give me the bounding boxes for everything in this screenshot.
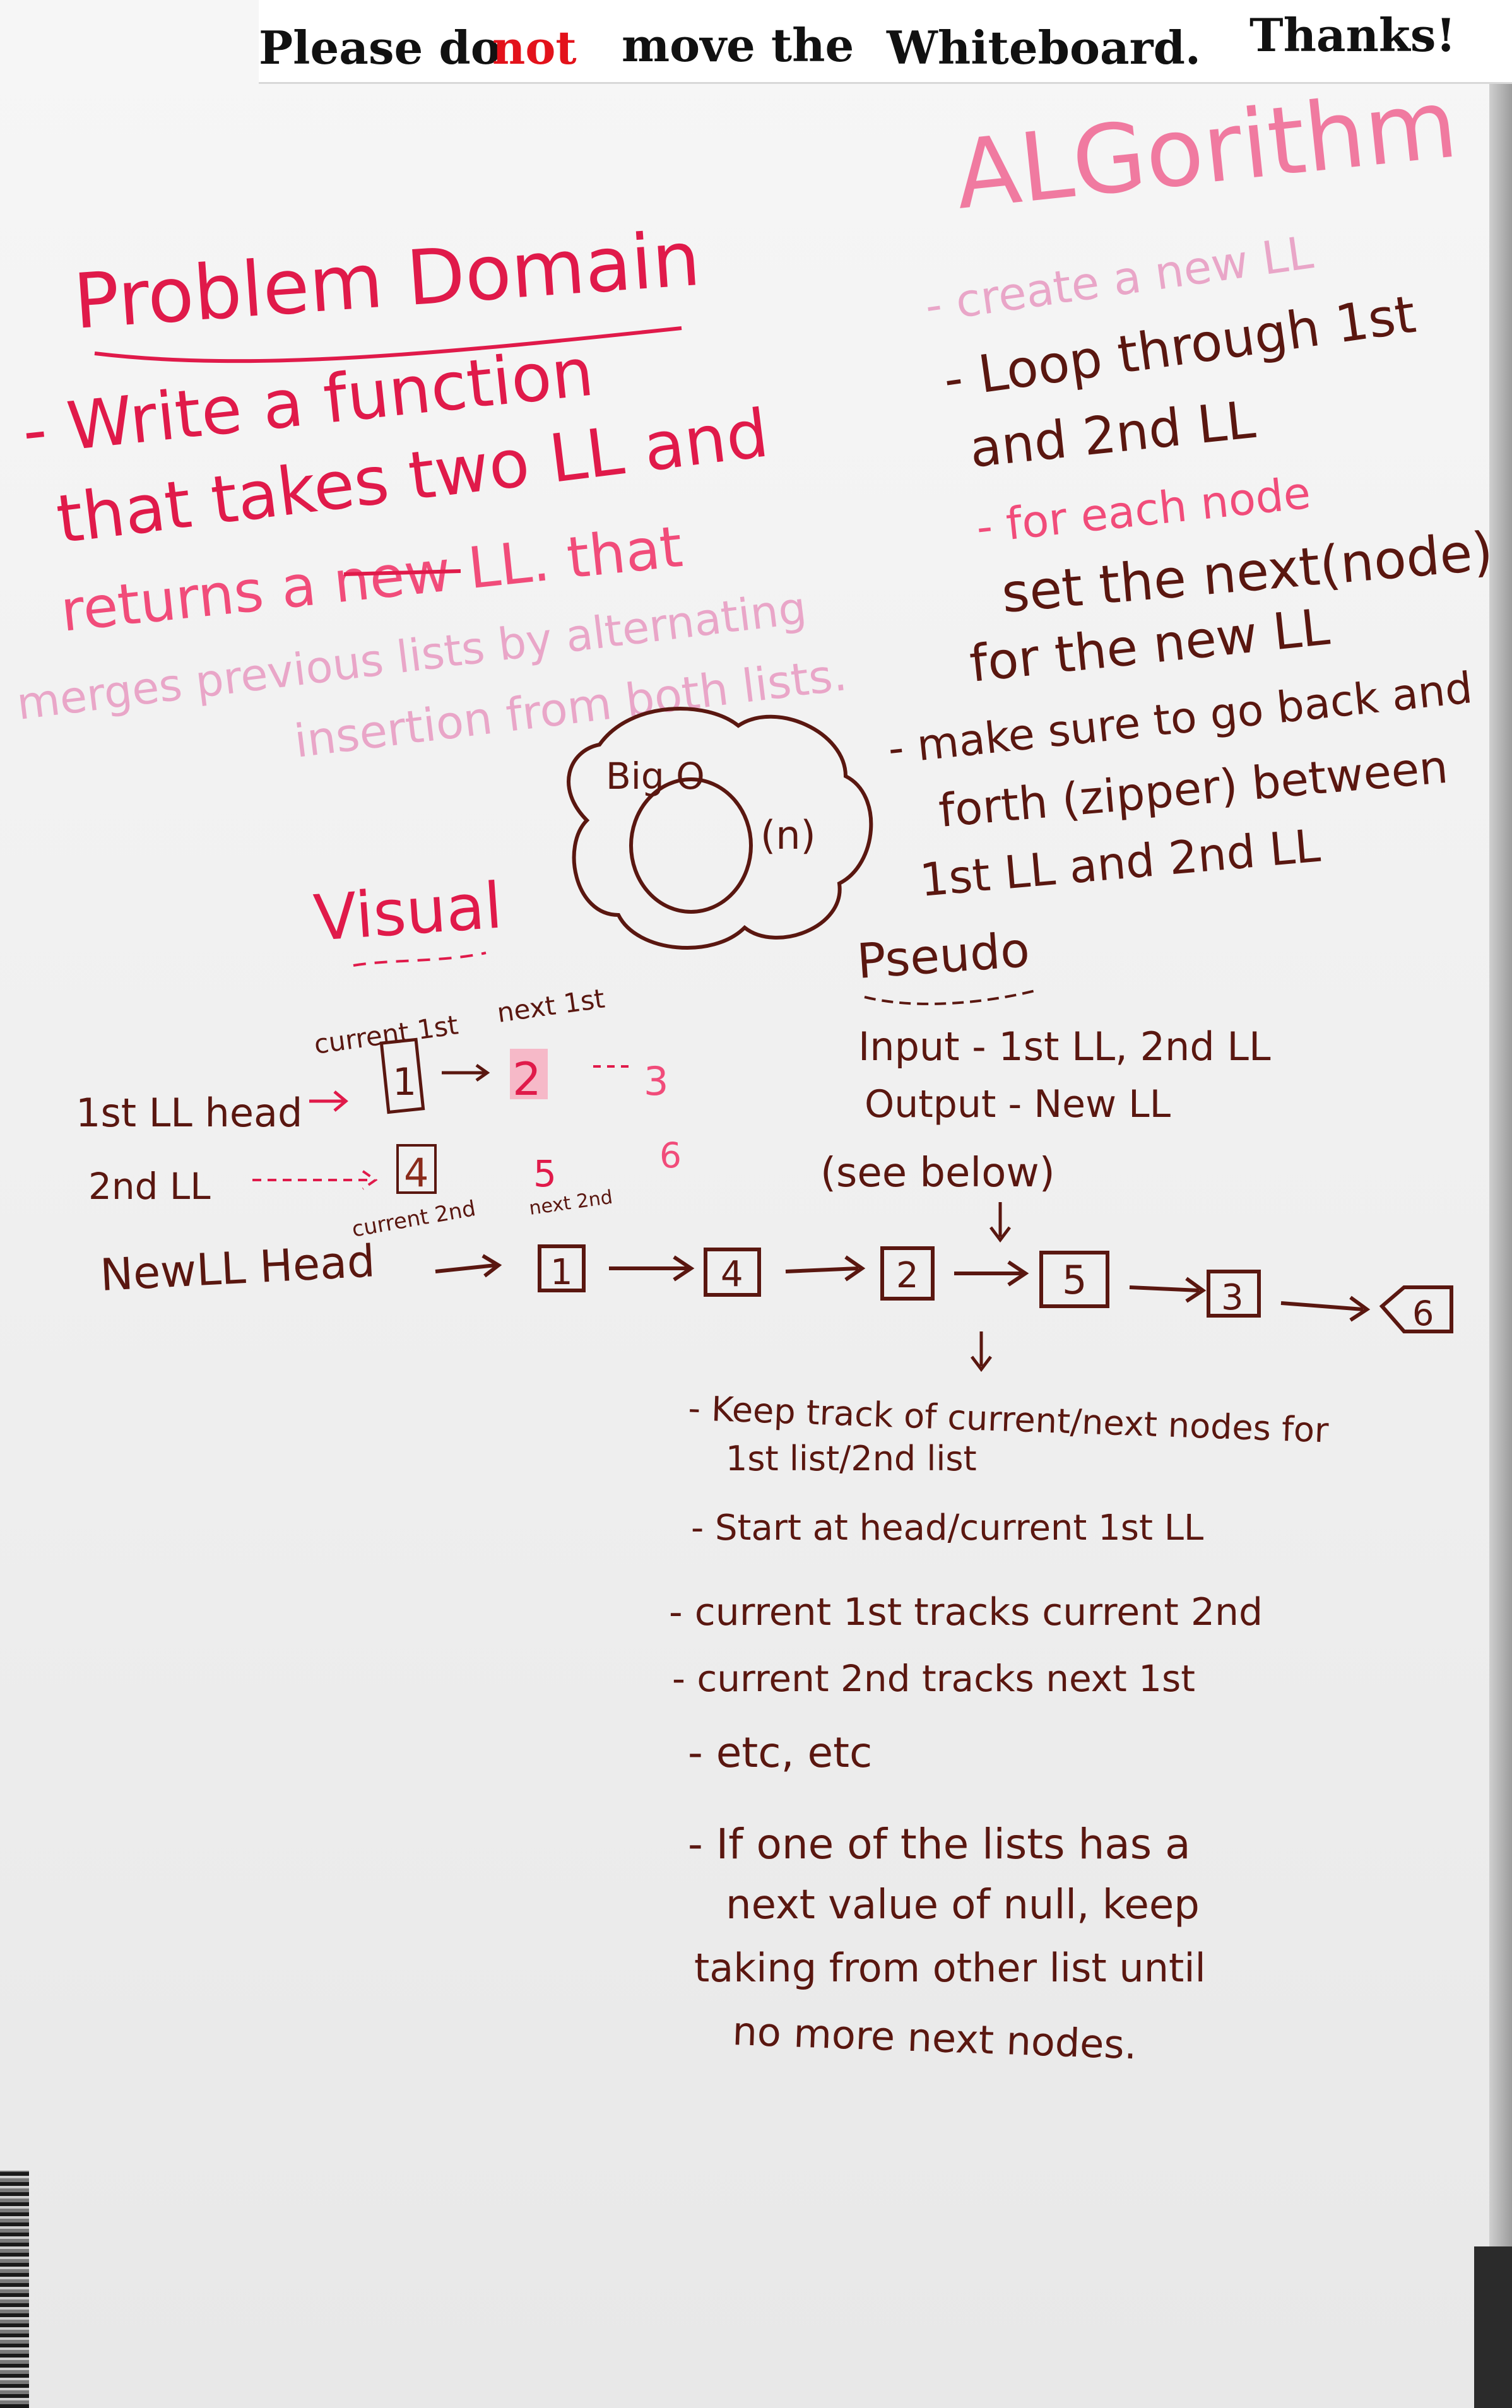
list1-node-1: 1 (393, 1060, 416, 1104)
steps-down-arrow (971, 1331, 992, 1372)
pseudo-step-3: - Start at head/current 1st LL (691, 1508, 1203, 1549)
newll-node-2: 4 (721, 1254, 743, 1295)
pseudo-step-2: 1st list/2nd list (726, 1439, 977, 1478)
list2-arrow (252, 1170, 378, 1190)
problem-domain-section: Problem Domain - Write a function that t… (14, 215, 849, 768)
pseudo-step-9: taking from other list until (694, 1945, 1206, 1991)
newll-arrow-1 (609, 1255, 695, 1282)
current-1st-label: current 1st (312, 1009, 461, 1060)
see-below-down-arrow (989, 1202, 1011, 1243)
next-1st-label: next 1st (495, 983, 607, 1029)
pseudo-input: Input - 1st LL, 2nd LL (858, 1024, 1271, 1070)
whiteboard-drawing: Problem Domain - Write a function that t… (14, 69, 1496, 2068)
pseudo-see-below: (see below) (820, 1150, 1055, 1196)
list1-arrow-2 (442, 1063, 490, 1082)
newll-node-3: 2 (896, 1255, 919, 1296)
newll-label: NewLL Head (99, 1235, 377, 1301)
list1-node-3: 3 (644, 1058, 668, 1104)
visual-section: Visual current 1st next 1st 1st LL head … (76, 868, 1453, 1372)
pseudo-output: Output - New LL (865, 1082, 1171, 1126)
big-o-circle (629, 777, 753, 914)
pseudo-step-4: - current 1st tracks current 2nd (669, 1590, 1263, 1634)
big-o-cloud: Big O (n) (567, 707, 873, 950)
pseudo-heading: Pseudo (855, 921, 1031, 989)
visual-heading: Visual (312, 868, 505, 955)
list2-node-1: 4 (404, 1150, 428, 1196)
pseudo-step-6: - etc, etc (688, 1728, 872, 1777)
newll-arrow-4 (1129, 1277, 1207, 1303)
pseudo-step-5: - current 2nd tracks next 1st (672, 1657, 1195, 1700)
algorithm-line-3: and 2nd LL (967, 390, 1258, 480)
newll-arrow-3 (954, 1260, 1029, 1287)
newll-node-4: 5 (1062, 1257, 1087, 1303)
newll-arrow-5 (1280, 1295, 1371, 1322)
list2-label: 2nd LL (88, 1165, 211, 1208)
pseudo-step-8: next value of null, keep (726, 1882, 1200, 1928)
list1-label: 1st LL head (76, 1090, 302, 1136)
visual-underline (353, 952, 487, 967)
algorithm-section: ALGorithm - create a new LL - Loop throu… (886, 69, 1496, 907)
list1-arrow (309, 1090, 348, 1112)
list2-node-3: 6 (659, 1135, 682, 1176)
newll-arrow-0 (435, 1254, 502, 1278)
algorithm-heading: ALGorithm (950, 69, 1462, 230)
newll-node-6: 6 (1412, 1294, 1434, 1333)
newll-arrow-2 (785, 1255, 866, 1282)
pseudo-underline (864, 989, 1036, 1005)
cloud-outline (567, 707, 873, 950)
pseudo-step-10: no more next nodes. (731, 2008, 1137, 2068)
newll-node-1: 1 (550, 1252, 573, 1293)
pseudo-section: Pseudo Input - 1st LL, 2nd LL Output - N… (669, 921, 1330, 2068)
list2-node-2: 5 (533, 1152, 557, 1195)
pseudo-step-7: - If one of the lists has a (688, 1820, 1191, 1868)
list1-node-2: 2 (512, 1053, 541, 1106)
newll-node-5: 3 (1221, 1277, 1244, 1318)
problem-domain-heading: Problem Domain (71, 215, 703, 346)
big-o-value: (n) (760, 812, 816, 858)
